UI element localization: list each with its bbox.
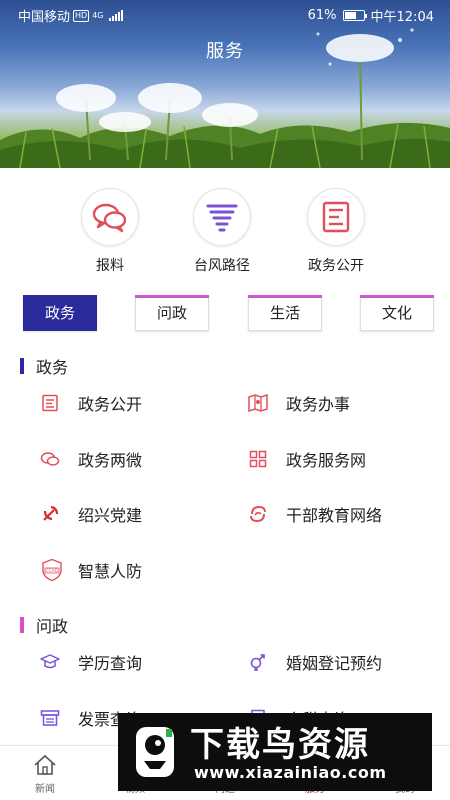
watermark-overlay: 下载鸟资源 www.xiazainiao.com [118,713,432,791]
list-item-label: 政务服务网 [286,451,367,470]
section-bar [20,617,24,633]
section-title-text: 问政 [36,617,69,636]
quick-actions: 报料 台风路径 政务公开 [0,188,450,274]
carrier-label: 中国移动 [18,10,71,25]
list-item-label: 婚姻登记预约 [286,654,383,673]
list-item-label: 绍兴党建 [78,506,143,525]
list-item-label: 政务办事 [286,395,351,414]
chat-bubbles-icon [81,188,139,246]
list-item-gov-public[interactable]: 政务公开 [40,391,142,415]
svg-text:CCAD: CCAD [46,568,57,573]
watermark-url: www.xiazainiao.com [194,763,387,782]
quick-action-report[interactable]: 报料 [55,188,165,275]
list-item-party-building[interactable]: 绍兴党建 [40,502,142,526]
list-item-education-query[interactable]: 学历查询 [40,650,142,674]
shield-badge-icon: CCAD [40,558,64,582]
list-item-gov-service-web[interactable]: 政务服务网 [248,447,366,471]
grid-icon [248,449,268,469]
list-item-label: 智慧人防 [78,562,143,581]
tab-label: 政务 [44,304,75,322]
chat-icon [40,449,60,469]
tab-label: 生活 [269,304,300,322]
list-item-smart-civil-defense[interactable]: CCAD 智慧人防 [40,558,142,582]
document-icon [40,393,60,413]
nav-item-news[interactable]: 新闻 [10,754,80,795]
graduation-cap-icon [40,652,60,672]
hd-tag: HD [73,9,90,22]
quick-action-label: 台风路径 [194,258,250,274]
section-title-gov: 政务 [20,354,68,378]
education-network-icon [248,504,268,524]
quick-action-gov-public[interactable]: 政务公开 [281,188,391,275]
tab-label: 问政 [156,304,187,322]
tab-life[interactable]: 生活 [248,295,322,331]
clock: 中午12:04 [370,10,434,25]
list-item-label: 干部教育网络 [286,506,383,525]
battery-percent: 61% [307,8,337,23]
nav-label: 新闻 [35,784,55,795]
list-item-marriage-appointment[interactable]: 婚姻登记预约 [248,650,382,674]
watermark-title: 下载鸟资源 [190,725,370,765]
signal-icon [108,10,123,21]
quick-action-label: 报料 [96,258,124,274]
quick-action-label: 政务公开 [308,258,364,274]
status-bar: 中国移动 HD 4G 61% 中午12:04 [0,0,450,28]
bird-logo-icon [136,727,174,777]
list-item-label: 政务两微 [78,451,143,470]
category-tabs: 政务 问政 生活 文化 [0,295,450,333]
tab-inquiry[interactable]: 问政 [135,295,209,331]
tab-culture[interactable]: 文化 [360,295,434,331]
battery-icon [342,10,367,21]
list-item-gov-weibo-wechat[interactable]: 政务两微 [40,447,142,471]
list-item-label: 学历查询 [78,654,143,673]
list-item-label: 政务公开 [78,395,143,414]
network-label: 4G [92,11,104,20]
home-icon [34,754,56,775]
section-title-text: 政务 [36,358,69,377]
gender-rings-icon [248,652,268,672]
section-bar [20,358,24,374]
list-item-gov-service[interactable]: 政务办事 [248,391,350,415]
page-title: 服务 [206,41,244,62]
tab-label: 文化 [381,304,412,322]
document-icon [307,188,365,246]
quick-action-typhoon-path[interactable]: 台风路径 [167,188,277,275]
header-banner: 中国移动 HD 4G 61% 中午12:04 服务 [0,0,450,168]
map-icon [248,393,268,413]
section-title-inquiry: 问政 [20,613,68,637]
party-emblem-icon [40,504,60,524]
invoice-icon [40,708,60,728]
typhoon-funnel-icon [193,188,251,246]
tab-gov-affairs[interactable]: 政务 [23,295,97,331]
list-item-cadre-education[interactable]: 干部教育网络 [248,502,382,526]
